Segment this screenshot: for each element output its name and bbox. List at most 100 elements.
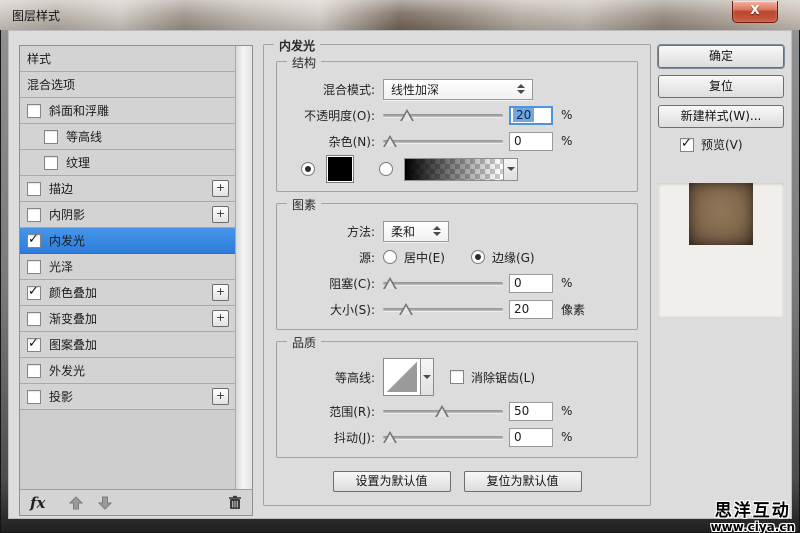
effect-checkbox[interactable] bbox=[27, 208, 41, 222]
size-unit: 像素 bbox=[561, 301, 585, 318]
effect-checkbox[interactable] bbox=[27, 390, 41, 404]
list-item-label: 混合选项 bbox=[27, 76, 75, 93]
blend-mode-select[interactable]: 线性加深 bbox=[383, 79, 533, 100]
effect-checkbox[interactable] bbox=[27, 338, 41, 352]
jitter-input[interactable]: 0 bbox=[509, 428, 553, 447]
glow-color-swatch[interactable] bbox=[326, 155, 354, 183]
structure-section: 结构 混合模式: 线性加深 不透明度(O): bbox=[276, 61, 638, 192]
slider-thumb[interactable] bbox=[383, 277, 397, 289]
effect-checkbox[interactable] bbox=[44, 130, 58, 144]
effect-checkbox[interactable] bbox=[27, 312, 41, 326]
effect-checkbox[interactable] bbox=[27, 182, 41, 196]
action-column: 确定 复位 新建样式(W)... 预览(V) bbox=[658, 45, 784, 317]
source-edge-radio[interactable] bbox=[471, 250, 485, 264]
size-row: 大小(S): 20 像素 bbox=[287, 296, 627, 322]
gradient-radio[interactable] bbox=[379, 162, 393, 176]
slider-thumb[interactable] bbox=[399, 303, 413, 315]
list-item[interactable]: 内发光 bbox=[20, 228, 236, 254]
jitter-slider[interactable] bbox=[383, 429, 503, 445]
title-bar[interactable]: 图层样式 bbox=[0, 0, 800, 30]
make-default-button[interactable]: 设置为默认值 bbox=[333, 471, 451, 492]
styles-list-panel: 样式混合选项斜面和浮雕等高线纹理描边+内阴影+内发光光泽颜色叠加 + 渐变叠加 + 图案… bbox=[19, 45, 253, 516]
gradient-dropdown-button[interactable] bbox=[503, 159, 517, 180]
choke-row: 阻塞(C): 0 % bbox=[287, 270, 627, 296]
slider-thumb[interactable] bbox=[435, 405, 449, 417]
slider-thumb[interactable] bbox=[383, 431, 397, 443]
list-item[interactable]: 混合选项 bbox=[20, 72, 236, 98]
slider-thumb[interactable] bbox=[383, 135, 397, 147]
choke-label: 阻塞(C): bbox=[287, 275, 375, 292]
contour-thumbnail[interactable] bbox=[383, 358, 421, 396]
close-button[interactable]: X bbox=[732, 1, 778, 23]
opacity-slider[interactable] bbox=[383, 107, 503, 123]
antialias-label: 消除锯齿(L) bbox=[471, 369, 535, 386]
jitter-label: 抖动(J): bbox=[287, 429, 375, 446]
list-item[interactable]: 内阴影+ bbox=[20, 202, 236, 228]
list-item-label: 投影 bbox=[49, 388, 73, 405]
chevron-down-icon bbox=[423, 375, 431, 379]
antialias-checkbox[interactable] bbox=[450, 370, 464, 384]
list-item[interactable]: 斜面和浮雕 bbox=[20, 98, 236, 124]
gradient-picker[interactable] bbox=[404, 158, 518, 181]
reset-default-button[interactable]: 复位为默认值 bbox=[464, 471, 582, 492]
list-item[interactable]: 渐变叠加 + bbox=[20, 306, 236, 332]
opacity-row: 不透明度(O): 20 % bbox=[287, 102, 627, 128]
solid-color-radio[interactable] bbox=[301, 162, 315, 176]
list-scrollbar[interactable] bbox=[235, 46, 252, 489]
size-input[interactable]: 20 bbox=[509, 300, 553, 319]
noise-slider[interactable] bbox=[383, 133, 503, 149]
move-down-icon[interactable] bbox=[98, 496, 112, 510]
list-item-label: 颜色叠加 bbox=[49, 284, 97, 301]
size-slider[interactable] bbox=[383, 301, 503, 317]
list-item[interactable]: 样式 bbox=[20, 46, 236, 72]
panel-title: 内发光 bbox=[274, 37, 320, 54]
range-slider[interactable] bbox=[383, 403, 503, 419]
add-effect-instance-button[interactable]: + bbox=[212, 310, 229, 327]
add-effect-instance-button[interactable]: + bbox=[212, 388, 229, 405]
list-item[interactable]: 等高线 bbox=[20, 124, 236, 150]
opacity-input[interactable]: 20 bbox=[509, 106, 553, 125]
antialias-control[interactable]: 消除锯齿(L) bbox=[450, 369, 535, 386]
list-item-label: 渐变叠加 bbox=[49, 310, 97, 327]
fx-menu-button[interactable]: fx bbox=[30, 494, 54, 512]
dialog-title: 图层样式 bbox=[12, 7, 60, 24]
blend-mode-row: 混合模式: 线性加深 bbox=[287, 76, 627, 102]
range-input[interactable]: 50 bbox=[509, 402, 553, 421]
preview-checkbox[interactable] bbox=[680, 138, 694, 152]
list-item[interactable]: 光泽 bbox=[20, 254, 236, 280]
effect-checkbox[interactable] bbox=[27, 286, 41, 300]
ok-button[interactable]: 确定 bbox=[658, 45, 784, 68]
slider-thumb[interactable] bbox=[400, 109, 414, 121]
source-center-radio[interactable] bbox=[383, 250, 397, 264]
add-effect-instance-button[interactable]: + bbox=[212, 180, 229, 197]
list-item[interactable]: 外发光 bbox=[20, 358, 236, 384]
reset-button[interactable]: 复位 bbox=[658, 75, 784, 98]
choke-input[interactable]: 0 bbox=[509, 274, 553, 293]
list-item[interactable]: 描边+ bbox=[20, 176, 236, 202]
preview-control[interactable]: 预览(V) bbox=[680, 136, 784, 153]
effect-checkbox[interactable] bbox=[27, 260, 41, 274]
list-footer: fx bbox=[20, 489, 252, 515]
technique-select[interactable]: 柔和 bbox=[383, 221, 449, 242]
effect-checkbox[interactable] bbox=[27, 104, 41, 118]
new-style-button[interactable]: 新建样式(W)... bbox=[658, 105, 784, 128]
noise-input[interactable]: 0 bbox=[509, 132, 553, 151]
list-item[interactable]: 投影 + bbox=[20, 384, 236, 410]
contour-dropdown-button[interactable] bbox=[421, 358, 434, 396]
choke-slider[interactable] bbox=[383, 275, 503, 291]
add-effect-instance-button[interactable]: + bbox=[212, 206, 229, 223]
add-effect-instance-button[interactable]: + bbox=[212, 284, 229, 301]
defaults-row: 设置为默认值 复位为默认值 bbox=[276, 471, 638, 492]
list-item[interactable]: 图案叠加 bbox=[20, 332, 236, 358]
move-up-icon[interactable] bbox=[69, 496, 83, 510]
list-item[interactable]: 颜色叠加 + bbox=[20, 280, 236, 306]
effect-checkbox[interactable] bbox=[27, 364, 41, 378]
list-item[interactable]: 纹理 bbox=[20, 150, 236, 176]
effect-checkbox[interactable] bbox=[27, 234, 41, 248]
watermark-url: www.ciya.cn bbox=[711, 521, 795, 533]
effect-checkbox[interactable] bbox=[44, 156, 58, 170]
noise-unit: % bbox=[561, 134, 572, 148]
opacity-label: 不透明度(O): bbox=[287, 107, 375, 124]
delete-effect-trash-icon[interactable] bbox=[228, 495, 242, 510]
elements-title: 图素 bbox=[287, 196, 321, 213]
